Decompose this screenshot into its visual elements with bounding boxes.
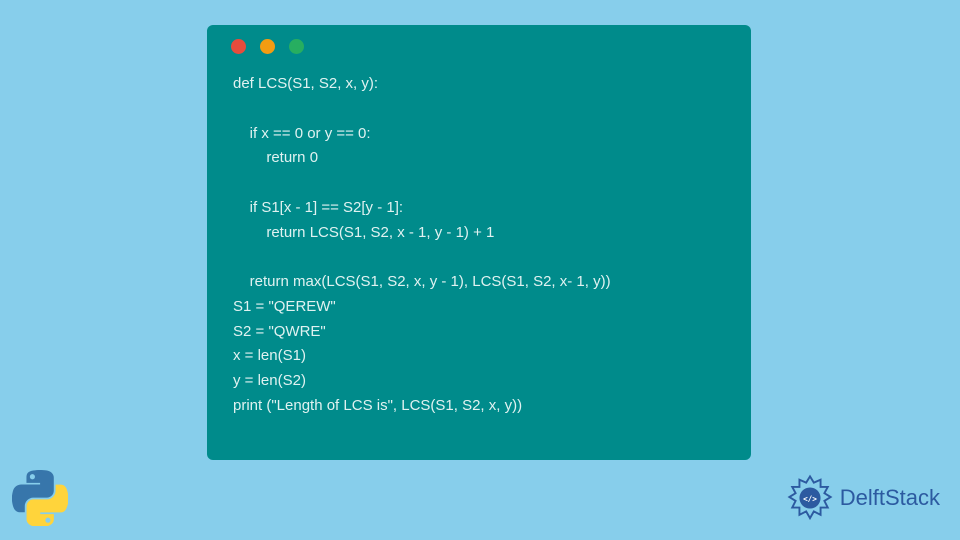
close-icon <box>231 39 246 54</box>
code-line: def LCS(S1, S2, x, y): <box>233 75 378 92</box>
brand-badge: </> DelftStack <box>786 474 940 522</box>
code-line: if x == 0 or y == 0: <box>233 125 371 142</box>
code-line: return LCS(S1, S2, x - 1, y - 1) + 1 <box>233 224 494 241</box>
code-line: return max(LCS(S1, S2, x, y - 1), LCS(S1… <box>233 273 611 290</box>
code-line: x = len(S1) <box>233 347 306 364</box>
code-window: def LCS(S1, S2, x, y): if x == 0 or y ==… <box>207 25 751 460</box>
svg-text:</>: </> <box>803 494 817 503</box>
code-line: S1 = "QEREW" <box>233 298 336 315</box>
delftstack-logo-icon: </> <box>786 474 834 522</box>
code-line: y = len(S2) <box>233 372 306 389</box>
window-controls <box>225 39 733 54</box>
code-block: def LCS(S1, S2, x, y): if x == 0 or y ==… <box>225 72 733 419</box>
code-line: print ("Length of LCS is", LCS(S1, S2, x… <box>233 397 522 414</box>
code-line: if S1[x - 1] == S2[y - 1]: <box>233 199 403 216</box>
brand-name: DelftStack <box>840 485 940 511</box>
code-line: S2 = "QWRE" <box>233 323 326 340</box>
minimize-icon <box>260 39 275 54</box>
python-logo-icon <box>12 470 68 526</box>
code-line: return 0 <box>233 149 318 166</box>
maximize-icon <box>289 39 304 54</box>
